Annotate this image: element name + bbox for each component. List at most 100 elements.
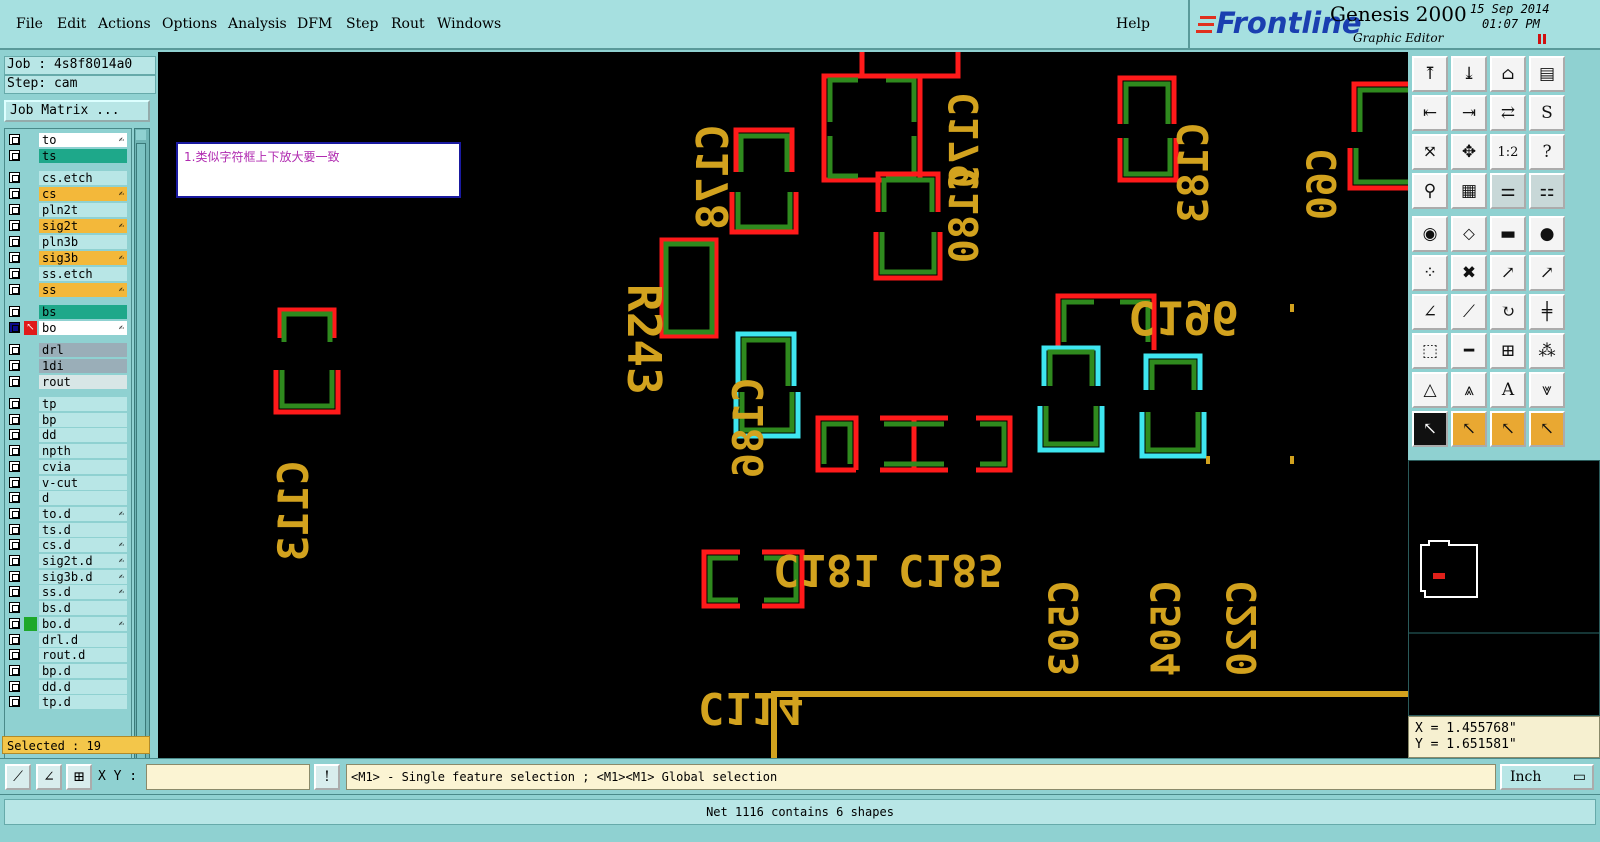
layer-row-bp[interactable]: bp — [7, 412, 127, 427]
menu-windows[interactable]: Windows — [437, 16, 501, 32]
layer-row-bs.d[interactable]: bs.d — [7, 601, 127, 616]
layer-checkbox[interactable] — [9, 664, 20, 676]
group-icon[interactable]: ⁂ — [1529, 333, 1565, 369]
layer-row-dd[interactable]: dd — [7, 428, 127, 443]
layer-checkbox[interactable] — [9, 445, 20, 457]
unit-selector[interactable]: Inch ▭ — [1500, 764, 1594, 790]
snap-icon[interactable]: ⟋ — [5, 764, 31, 790]
layer-row-ss.d[interactable]: ss.d ✍ — [7, 585, 127, 600]
layer-row-to.d[interactable]: to.d ✍ — [7, 506, 127, 521]
text-edit-icon[interactable]: ⩔ — [1529, 372, 1565, 408]
layer-scrollbar[interactable] — [134, 128, 150, 782]
layer-row-drl.d[interactable]: drl.d — [7, 632, 127, 647]
layer-checkbox[interactable] — [9, 617, 20, 629]
layer-compare-icon[interactable]: ⚏ — [1529, 173, 1565, 209]
layer-row-cs.etch[interactable]: cs.etch — [7, 171, 127, 185]
menu-actions[interactable]: Actions — [98, 16, 151, 32]
triangle-icon[interactable]: △ — [1412, 372, 1448, 408]
measure-angle-icon[interactable]: ∠ — [36, 764, 62, 790]
layer-checkbox[interactable] — [9, 398, 20, 409]
graphic-canvas[interactable]: C178 C179 C180 C183 C60 R243 C186 C196 C113 C181 C… — [158, 52, 1408, 758]
job-matrix-button[interactable]: Job Matrix ... — [4, 100, 150, 122]
layer-row-sig3b[interactable]: sig3b ✍ — [7, 251, 127, 265]
layer-checkbox[interactable] — [9, 429, 20, 441]
layer-checkbox[interactable] — [9, 555, 20, 566]
snap-center-icon[interactable]: ◉ — [1412, 216, 1448, 252]
layer-row-pln3b[interactable]: pln3b — [7, 235, 127, 249]
layer-checkbox[interactable] — [9, 150, 20, 161]
layer-checkbox[interactable] — [9, 306, 20, 317]
layer-checkbox[interactable] — [9, 539, 20, 551]
delete-icon[interactable]: ✖ — [1451, 255, 1487, 291]
layer-checkbox[interactable] — [9, 523, 20, 535]
undo-icon[interactable]: ⇤ — [1412, 95, 1448, 131]
layer-checkbox[interactable] — [9, 633, 20, 645]
layer-checkbox[interactable] — [9, 376, 20, 387]
layer-checkbox[interactable] — [9, 236, 20, 247]
move-icon[interactable]: ↗ — [1490, 255, 1526, 291]
layer-checkbox[interactable] — [9, 252, 20, 263]
menu-help[interactable]: Help — [1116, 16, 1150, 32]
layer-checkbox[interactable] — [9, 602, 20, 614]
layer-checkbox[interactable] — [9, 172, 20, 183]
layer-checkbox[interactable] — [9, 570, 20, 582]
layer-row-ts[interactable]: ts — [7, 149, 127, 163]
layer-checkbox[interactable] — [9, 344, 20, 355]
layer-checkbox[interactable] — [9, 476, 20, 488]
layer-checkbox[interactable] — [9, 188, 20, 199]
zoom-fit-icon[interactable]: ⤧ — [1412, 134, 1448, 170]
mirror-icon[interactable]: ╪ — [1529, 294, 1565, 330]
scale-icon[interactable]: 1:2 — [1490, 134, 1526, 170]
layer-checkbox[interactable] — [9, 322, 20, 333]
snap-edge-icon[interactable]: ⬦ — [1451, 216, 1487, 252]
display-icon[interactable]: ▤ — [1529, 56, 1565, 92]
layer-row-rout.d[interactable]: rout.d — [7, 648, 127, 663]
layer-row-rout[interactable]: rout — [7, 375, 127, 389]
triangle-select-icon[interactable]: ⩓ — [1451, 372, 1487, 408]
layer-row-bp.d[interactable]: bp.d — [7, 663, 127, 678]
layer-checkbox[interactable] — [9, 134, 20, 145]
layer-row-cs[interactable]: cs ✍ — [7, 187, 127, 201]
menu-rout[interactable]: Rout — [391, 16, 425, 32]
scroll-up-arrow-icon[interactable] — [136, 130, 146, 140]
pan-icon[interactable]: ✥ — [1451, 134, 1487, 170]
layer-checkbox[interactable] — [9, 696, 20, 708]
layer-row-pln2t[interactable]: pln2t — [7, 203, 127, 217]
layer-row-sig2t[interactable]: sig2t ✍ — [7, 219, 127, 233]
layer-row-bo.d[interactable]: bo.d ✍ — [7, 616, 127, 631]
layer-row-bo[interactable]: ↖ bo ✍ — [7, 321, 127, 335]
layer-checkbox[interactable] — [9, 680, 20, 692]
layer-row-bs[interactable]: bs — [7, 305, 127, 319]
save-icon[interactable]: ⤓ — [1451, 56, 1487, 92]
menu-dfm[interactable]: DFM — [297, 16, 332, 32]
layer-checkbox[interactable] — [9, 360, 20, 371]
layer-row-v-cut[interactable]: v-cut — [7, 475, 127, 490]
layer-checkbox[interactable] — [9, 413, 20, 425]
layer-row-to[interactable]: to ✍ — [7, 133, 127, 147]
annotation-note[interactable]: 1.类似字符框上下放大要一致 — [176, 142, 461, 198]
help-icon[interactable]: ? — [1529, 134, 1565, 170]
pointer-icon[interactable]: ↖ — [1412, 411, 1448, 447]
select-multi-icon[interactable]: ↖ — [1529, 411, 1565, 447]
search-icon[interactable]: ⚲ — [1412, 173, 1448, 209]
layer-checkbox[interactable] — [9, 492, 20, 504]
angle-icon[interactable]: ∠ — [1412, 294, 1448, 330]
layer-row-tp.d[interactable]: tp.d — [7, 695, 127, 710]
pad-icon[interactable]: ● — [1529, 216, 1565, 252]
select-add-icon[interactable]: ↖ — [1490, 411, 1526, 447]
script-icon[interactable]: S — [1529, 95, 1565, 131]
layer-stack-icon[interactable]: ⚌ — [1490, 173, 1526, 209]
layer-row-cs.d[interactable]: cs.d ✍ — [7, 538, 127, 553]
ruler-icon[interactable]: ▬ — [1490, 216, 1526, 252]
layer-row-ts.d[interactable]: ts.d — [7, 522, 127, 537]
scroll-thumb[interactable] — [136, 143, 146, 763]
layer-row-ss.etch[interactable]: ss.etch — [7, 267, 127, 281]
text-icon[interactable]: A — [1490, 372, 1526, 408]
swap-icon[interactable]: ⇄ — [1490, 95, 1526, 131]
layer-row-drl[interactable]: drl — [7, 343, 127, 357]
redo-icon[interactable]: ⇥ — [1451, 95, 1487, 131]
resize-icon[interactable]: ⬚ — [1412, 333, 1448, 369]
menu-options[interactable]: Options — [162, 16, 217, 32]
menu-analysis[interactable]: Analysis — [228, 16, 287, 32]
layer-row-tp[interactable]: tp — [7, 397, 127, 411]
